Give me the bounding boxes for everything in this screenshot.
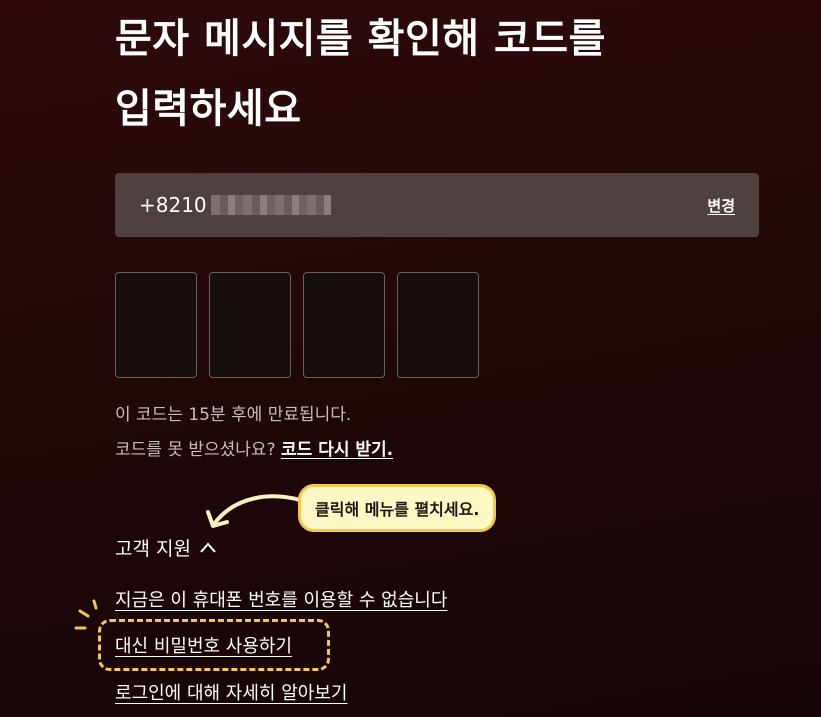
phone-number-panel: +8210 변경 bbox=[115, 173, 759, 237]
code-expiry-text: 이 코드는 15분 후에 만료됩니다. bbox=[115, 405, 352, 425]
phone-number-display: +8210 bbox=[139, 193, 331, 217]
phone-unavailable-link[interactable]: 지금은 이 휴대폰 번호를 이용할 수 없습니다 bbox=[115, 586, 447, 612]
change-phone-link[interactable]: 변경 bbox=[707, 195, 735, 216]
learn-more-login-link[interactable]: 로그인에 대해 자세히 알아보기 bbox=[115, 679, 347, 705]
page-title-line-2: 입력하세요 bbox=[115, 86, 302, 132]
code-not-received-text: 코드를 못 받으셨나요? bbox=[115, 440, 281, 460]
code-digit-input-1[interactable] bbox=[115, 272, 197, 378]
code-input-group bbox=[115, 272, 479, 378]
resend-code-link[interactable]: 코드 다시 받기. bbox=[281, 440, 393, 460]
code-not-received-line: 코드를 못 받으셨나요? 코드 다시 받기. bbox=[115, 435, 393, 460]
code-digit-input-4[interactable] bbox=[397, 272, 479, 378]
customer-support-label: 고객 지원 bbox=[115, 538, 191, 560]
phone-number-prefix: +8210 bbox=[139, 193, 207, 217]
use-password-instead-link[interactable]: 대신 비밀번호 사용하기 bbox=[115, 632, 292, 658]
code-digit-input-3[interactable] bbox=[303, 272, 385, 378]
curved-arrow-icon bbox=[206, 494, 302, 528]
customer-support-toggle[interactable]: 고객 지원 bbox=[115, 534, 217, 561]
code-digit-input-2[interactable] bbox=[209, 272, 291, 378]
phone-number-blurred bbox=[210, 195, 331, 215]
page-title-line-1: 문자 메시지를 확인해 코드를 bbox=[115, 16, 606, 62]
hint-tooltip: 클릭해 메뉴를 펼치세요. bbox=[298, 484, 497, 532]
page-title: 문자 메시지를 확인해 코드를 입력하세요 bbox=[115, 4, 755, 144]
chevron-up-icon bbox=[200, 541, 216, 553]
